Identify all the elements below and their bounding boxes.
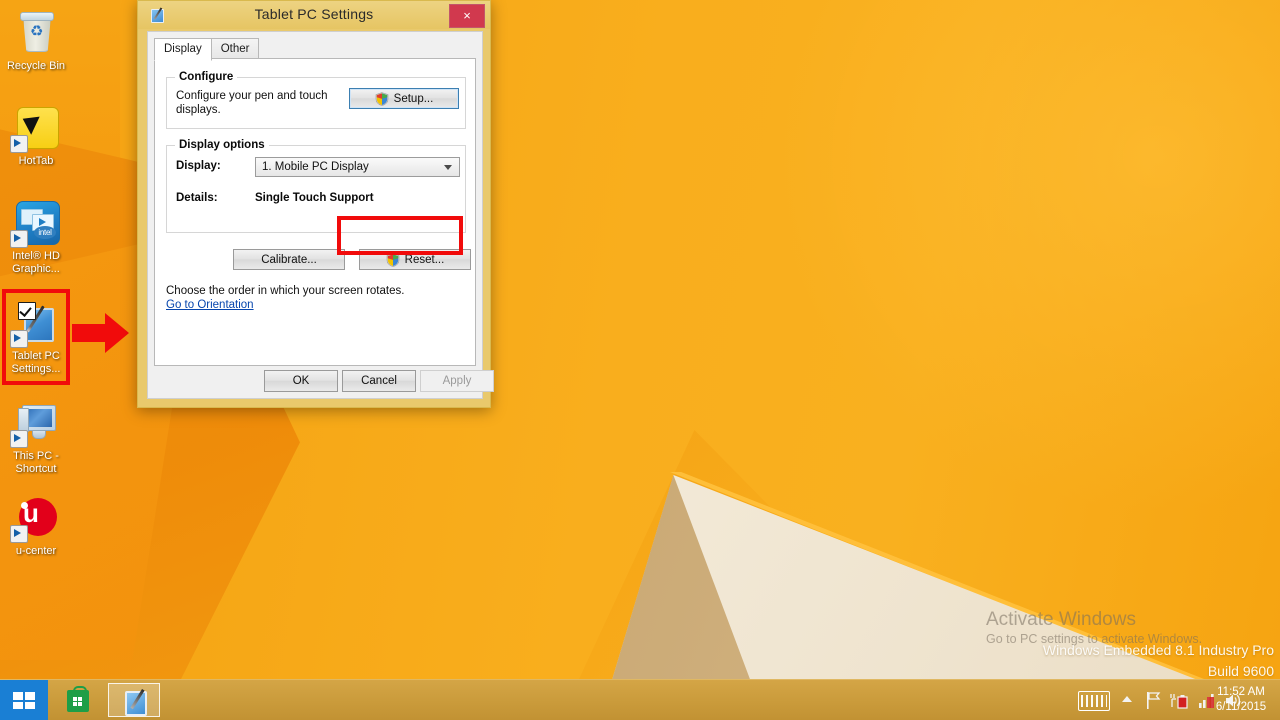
intel-hd-graphics-icon: intel — [10, 198, 60, 248]
calibrate-button-label: Calibrate... — [261, 253, 317, 266]
configure-description: Configure your pen and touch displays. — [176, 90, 328, 116]
tablet-pc-settings-icon — [125, 691, 147, 716]
shield-icon — [375, 91, 389, 106]
apply-button-label: Apply — [442, 375, 472, 387]
display-label: Display: — [176, 160, 221, 172]
taskbar-item-store[interactable] — [52, 683, 104, 717]
dialog-body: Display Other Configure Configure your p… — [147, 31, 494, 399]
cancel-button-label: Cancel — [361, 375, 397, 387]
clock-date: 6/11/2015 — [1215, 701, 1267, 713]
ok-button-label: OK — [292, 375, 310, 387]
clock[interactable]: 11:52 AM 6/11/2015 — [1206, 685, 1276, 715]
shortcut-overlay-icon — [10, 135, 28, 153]
desktop-icon-recycle-bin[interactable]: ♻ Recycle Bin — [0, 8, 72, 73]
dialog-titlebar[interactable]: Tablet PC Settings × — [138, 1, 490, 29]
ok-button[interactable]: OK — [264, 370, 338, 392]
orientation-description: Choose the order in which your screen ro… — [166, 285, 405, 297]
recycle-bin-icon: ♻ — [12, 8, 60, 56]
close-icon[interactable]: × — [449, 4, 485, 28]
activate-windows-title: Activate Windows — [986, 609, 1136, 630]
annotation-highlight-box-desktop-icon — [2, 289, 70, 385]
reset-button-label: Reset... — [404, 253, 445, 266]
desktop-icon-intel-hd-graphics[interactable]: intel Intel® HD Graphic... — [0, 198, 72, 276]
desktop-icon-label: This PC - Shortcut — [13, 450, 59, 475]
dialog-title: Tablet PC Settings — [254, 6, 374, 22]
setup-button-label: Setup... — [393, 92, 434, 105]
desktop-icon-label: Recycle Bin — [6, 60, 66, 72]
u-center-icon: u — [10, 493, 60, 543]
go-to-orientation-link[interactable]: Go to Orientation — [166, 299, 254, 311]
this-pc-icon — [10, 398, 60, 448]
display-select[interactable]: 1. Mobile PC Display — [255, 157, 460, 177]
clock-time: 11:52 AM — [1217, 686, 1265, 698]
windows-edition-text: Windows Embedded 8.1 Industry Pro — [1042, 642, 1274, 658]
dialog-footer: OK Cancel Apply — [148, 364, 494, 398]
shortcut-overlay-icon — [10, 430, 28, 448]
desktop-screen: ♻ Recycle Bin HotTab intel Intel® HD Gra… — [0, 0, 1280, 720]
details-label: Details: — [176, 192, 218, 204]
tabstrip: Display Other — [154, 38, 260, 61]
display-select-value: 1. Mobile PC Display — [262, 161, 369, 173]
shortcut-overlay-icon — [10, 230, 28, 248]
configure-group: Configure Configure your pen and touch d… — [166, 71, 466, 129]
details-value: Single Touch Support — [255, 192, 374, 204]
tab-display[interactable]: Display — [154, 38, 212, 61]
windows-logo-icon — [13, 692, 35, 709]
desktop-icon-u-center[interactable]: u u-center — [0, 493, 72, 558]
setup-button[interactable]: Setup... — [349, 88, 459, 109]
windows-edition-watermark: Windows Embedded 8.1 Industry Pro Build … — [1043, 640, 1274, 682]
calibrate-button[interactable]: Calibrate... — [233, 249, 345, 270]
desktop-icon-this-pc[interactable]: This PC - Shortcut — [0, 398, 72, 476]
power-battery-icon[interactable] — [1170, 692, 1188, 709]
taskbar-item-tablet-pc-settings[interactable] — [108, 683, 160, 717]
shortcut-overlay-icon — [10, 525, 28, 543]
wallpaper-glow — [720, 0, 1280, 560]
taskbar: 11:52 AM 6/11/2015 — [0, 679, 1280, 720]
annotation-arrow-icon — [72, 313, 129, 353]
action-center-flag-icon[interactable] — [1146, 692, 1162, 709]
desktop-icon-hottab[interactable]: HotTab — [0, 103, 72, 168]
touch-keyboard-icon[interactable] — [1078, 691, 1110, 711]
desktop-icon-label: u-center — [15, 545, 57, 557]
hottab-icon — [10, 103, 60, 153]
start-button[interactable] — [0, 680, 48, 720]
tab-page-display: Configure Configure your pen and touch d… — [154, 58, 476, 366]
show-hidden-icons-icon[interactable] — [1122, 696, 1132, 702]
annotation-highlight-box-reset-button — [337, 216, 463, 255]
store-icon — [67, 686, 89, 712]
desktop-icon-label: Intel® HD Graphic... — [12, 250, 60, 275]
tablet-pc-settings-dialog: Tablet PC Settings × Display Other Confi… — [137, 0, 494, 408]
configure-group-title: Configure — [175, 71, 238, 83]
desktop-icon-label: HotTab — [18, 155, 54, 167]
apply-button: Apply — [420, 370, 494, 392]
chevron-down-icon — [444, 165, 452, 170]
cancel-button[interactable]: Cancel — [342, 370, 416, 392]
display-options-group-title: Display options — [175, 139, 269, 151]
